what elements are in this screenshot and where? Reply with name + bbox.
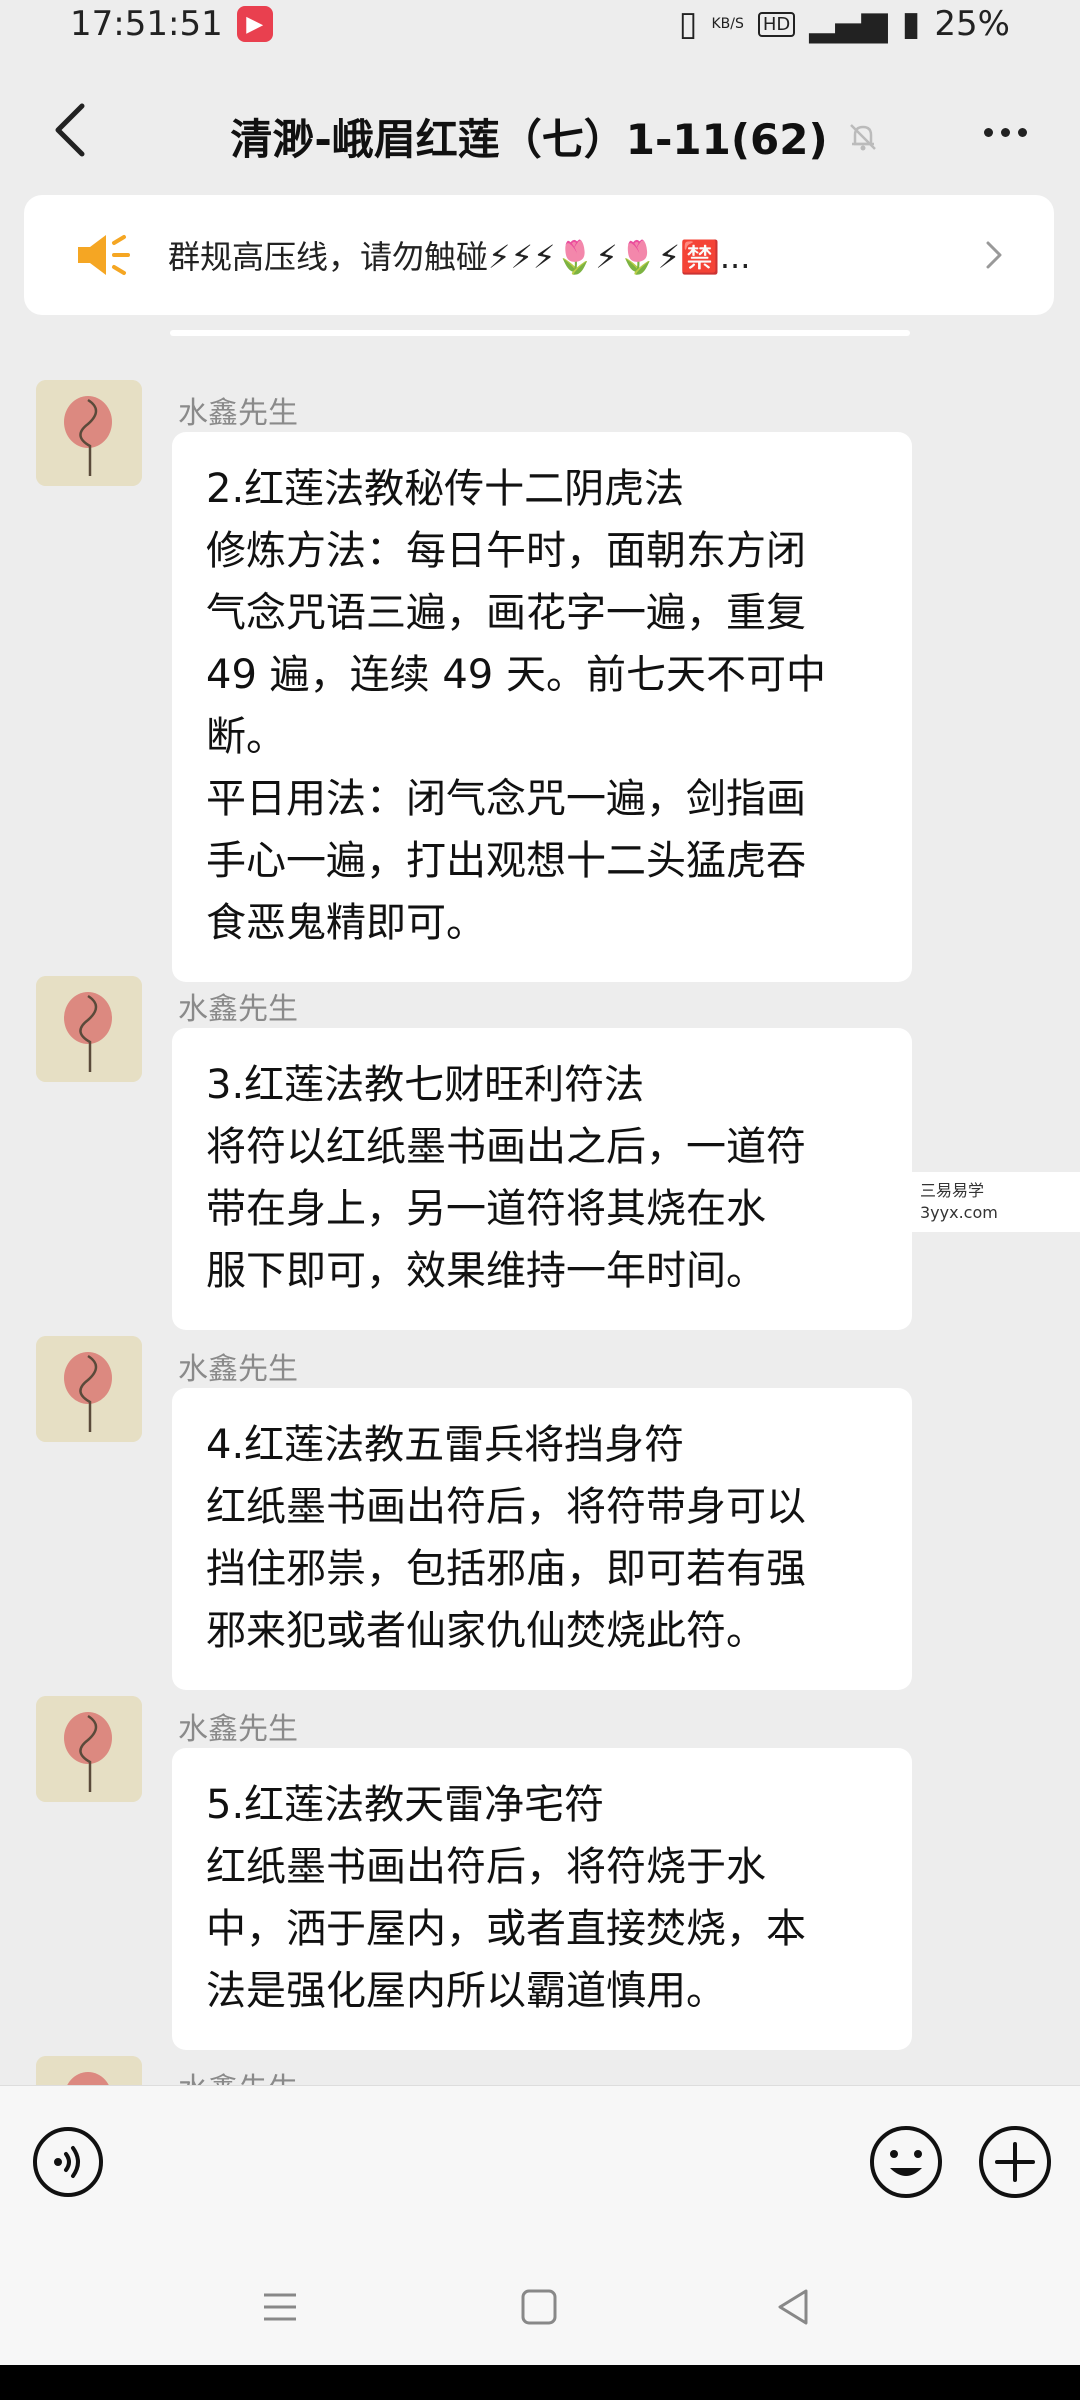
chat-header: 清渺-峨眉红莲（七）1-11(62): [0, 70, 1080, 190]
avatar[interactable]: [36, 2056, 142, 2085]
message-line: 挡住邪祟，包括邪庙，即可若有强: [206, 1546, 806, 1592]
message-line: 法是强化屋内所以霸道慎用。: [206, 1968, 726, 2014]
message-line: 将符以红纸墨书画出之后，一道符: [206, 1124, 806, 1170]
avatar[interactable]: [36, 380, 142, 486]
message-line: 5.红莲法教天雷净宅符: [206, 1782, 605, 1828]
message-line: 49 遍，连续 49 天。前七天不可中: [206, 652, 826, 698]
voice-input-button[interactable]: [30, 2124, 106, 2200]
sender-name: 水鑫先生: [178, 396, 298, 431]
message-line: 4.红莲法教五雷兵将挡身符: [206, 1422, 685, 1468]
message-line: 食恶鬼精即可。: [206, 900, 486, 946]
flower-avatar-icon: [36, 976, 142, 1082]
more-dot-icon: [983, 127, 993, 137]
voice-icon: [33, 2127, 103, 2197]
message-bubble[interactable]: 5.红莲法教天雷净宅符 红纸墨书画出符后，将符烧于水 中，洒于屋内，或者直接焚烧…: [172, 1748, 912, 2050]
status-time: 17:51:51: [70, 4, 223, 44]
more-dot-icon: [1017, 127, 1027, 137]
message-line: 手心一遍，打出观想十二头猛虎吞: [206, 838, 806, 884]
flower-avatar-icon: [36, 1336, 142, 1442]
message-line: 2.红莲法教秘传十二阴虎法: [206, 466, 685, 512]
watermark: 三易易学 3yyx.com: [900, 1172, 1080, 1232]
notice-text: 群规高压线，请勿触碰⚡⚡⚡🌷⚡🌷⚡🈲...: [168, 238, 751, 276]
back-button[interactable]: [40, 100, 100, 160]
megaphone-icon: [78, 235, 130, 275]
message-line: 红纸墨书画出符后，将符烧于水: [206, 1844, 766, 1890]
triangle-back-icon: [778, 2289, 808, 2325]
message-line: 带在身上，另一道符将其烧在水: [206, 1186, 766, 1232]
hd-icon: HD: [757, 11, 796, 37]
avatar[interactable]: [36, 1696, 142, 1802]
avatar[interactable]: [36, 1336, 142, 1442]
message-line: 中，洒于屋内，或者直接焚烧，本: [206, 1906, 806, 1952]
previous-message-edge: [170, 330, 910, 336]
chat-title: 清渺-峨眉红莲（七）1-11(62): [230, 115, 828, 164]
sender-name: 水鑫先生: [178, 992, 298, 1027]
chevron-right-icon: [986, 241, 1002, 269]
sender-name: 水鑫先生: [178, 1352, 298, 1387]
app-notification-icon: ▶: [236, 6, 273, 42]
square-icon: [521, 2289, 557, 2325]
message-input-bar: [0, 2085, 1080, 2245]
message-line: 平日用法：闭气念咒一遍，剑指画: [206, 776, 806, 822]
menu-icon: [264, 2293, 296, 2321]
message-line: 服下即可，效果维持一年时间。: [206, 1248, 766, 1294]
more-options-button[interactable]: [970, 112, 1040, 152]
system-nav-bar: [0, 2245, 1080, 2365]
more-actions-button[interactable]: [975, 2122, 1055, 2202]
message-line: 断。: [206, 714, 286, 760]
message-line: 3.红莲法教七财旺利符法: [206, 1062, 645, 1108]
screen-edge: [0, 2365, 1080, 2400]
flower-avatar-icon: [36, 380, 142, 486]
sender-name: 水鑫先生: [178, 1712, 298, 1747]
emoji-icon: [870, 2126, 942, 2198]
home-button[interactable]: [515, 2283, 563, 2331]
message-line: 红纸墨书画出符后，将符带身可以: [206, 1484, 806, 1530]
message-line: 邪来犯或者仙家仇仙焚烧此符。: [206, 1608, 766, 1654]
plus-circle-icon: [979, 2126, 1051, 2198]
status-bar: 17:51:51 ▶ ▯ KB/S HD ▂▄▆ ▮ 25%: [0, 0, 1080, 48]
recent-apps-button[interactable]: [258, 2285, 302, 2329]
more-dot-icon: [1000, 127, 1010, 137]
group-notice-bar[interactable]: 群规高压线，请勿触碰⚡⚡⚡🌷⚡🌷⚡🈲...: [24, 195, 1054, 315]
bell-off-icon: [849, 123, 876, 150]
chevron-left-icon: [55, 103, 85, 157]
battery-icon: ▮: [901, 4, 921, 44]
battery-level: 25%: [934, 4, 1010, 44]
flower-avatar-icon: [36, 1696, 142, 1802]
avatar[interactable]: [36, 976, 142, 1082]
message-line: 修炼方法：每日午时，面朝东方闭: [206, 528, 806, 574]
sender-name: 水鑫先生: [178, 2064, 298, 2085]
net-speed: KB/S: [711, 16, 744, 32]
signal-icon: ▂▄▆: [809, 4, 888, 44]
flower-avatar-icon: [36, 2056, 142, 2085]
message-bubble[interactable]: 2.红莲法教秘传十二阴虎法 修炼方法：每日午时，面朝东方闭 气念咒语三遍，画花字…: [172, 432, 912, 982]
message-input[interactable]: [135, 2104, 835, 2222]
emoji-button[interactable]: [866, 2122, 946, 2202]
message-bubble[interactable]: 3.红莲法教七财旺利符法 将符以红纸墨书画出之后，一道符 带在身上，另一道符将其…: [172, 1028, 912, 1330]
message-bubble[interactable]: 4.红莲法教五雷兵将挡身符 红纸墨书画出符后，将符带身可以 挡住邪祟，包括邪庙，…: [172, 1388, 912, 1690]
message-line: 气念咒语三遍，画花字一遍，重复: [206, 590, 806, 636]
system-back-button[interactable]: [770, 2283, 818, 2331]
message-item: 水鑫先生: [0, 2056, 1080, 2085]
vibrate-icon: ▯: [678, 4, 698, 44]
